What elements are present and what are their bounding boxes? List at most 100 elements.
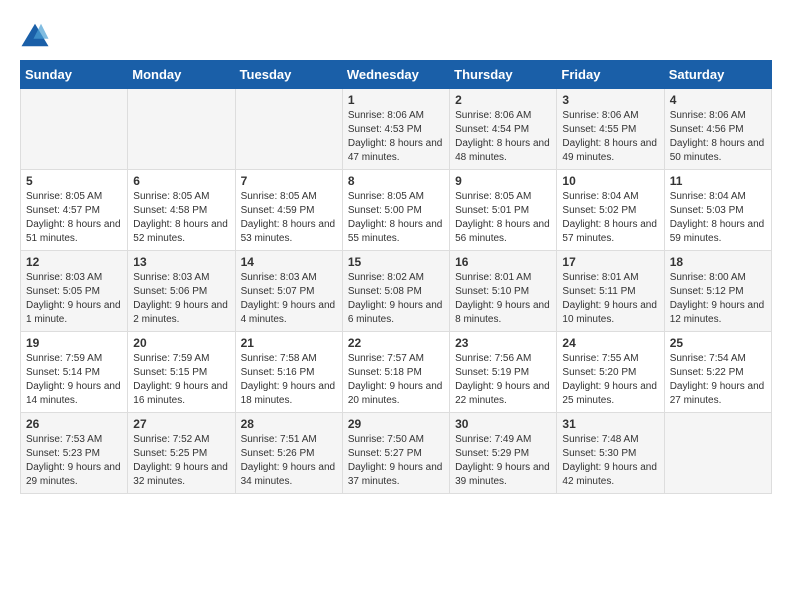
week-row-1: 1Sunrise: 8:06 AM Sunset: 4:53 PM Daylig…	[21, 89, 772, 170]
day-number: 7	[241, 174, 337, 188]
day-number: 11	[670, 174, 766, 188]
day-number: 9	[455, 174, 551, 188]
day-number: 20	[133, 336, 229, 350]
day-number: 13	[133, 255, 229, 269]
calendar-cell: 12 Sunrise: 8:03 AM Sunset: 5:05 PM Dayli…	[21, 251, 128, 332]
week-row-4: 19 Sunrise: 7:59 AM Sunset: 5:14 PM Dayli…	[21, 332, 772, 413]
day-number: 25	[670, 336, 766, 350]
calendar-header: SundayMondayTuesdayWednesdayThursdayFrid…	[21, 61, 772, 89]
day-info: Sunrise: 7:50 AM Sunset: 5:27 PM Dayligh…	[348, 433, 444, 489]
calendar-cell: 11 Sunrise: 8:04 AM Sunset: 5:03 PM Dayli…	[664, 170, 771, 251]
day-number: 15	[348, 255, 444, 269]
page-header	[20, 20, 772, 50]
calendar-cell	[21, 89, 128, 170]
day-info: Sunrise: 8:06 AM Sunset: 4:54 PM Dayligh…	[455, 109, 551, 165]
day-info: Sunrise: 8:01 AM Sunset: 5:11 PM Dayligh…	[562, 271, 658, 327]
day-number: 8	[348, 174, 444, 188]
day-info: Sunrise: 8:06 AM Sunset: 4:55 PM Dayligh…	[562, 109, 658, 165]
day-number: 23	[455, 336, 551, 350]
calendar-cell: 15 Sunrise: 8:02 AM Sunset: 5:08 PM Dayli…	[342, 251, 449, 332]
calendar-cell: 8 Sunrise: 8:05 AM Sunset: 5:00 PM Daylig…	[342, 170, 449, 251]
day-info: Sunrise: 7:52 AM Sunset: 5:25 PM Dayligh…	[133, 433, 229, 489]
week-row-3: 12 Sunrise: 8:03 AM Sunset: 5:05 PM Dayli…	[21, 251, 772, 332]
day-info: Sunrise: 8:05 AM Sunset: 5:00 PM Dayligh…	[348, 190, 444, 246]
day-number: 3	[562, 93, 658, 107]
day-number: 22	[348, 336, 444, 350]
day-info: Sunrise: 8:01 AM Sunset: 5:10 PM Dayligh…	[455, 271, 551, 327]
calendar-cell: 10Sunrise: 8:04 AM Sunset: 5:02 PM Dayli…	[557, 170, 664, 251]
day-info: Sunrise: 7:48 AM Sunset: 5:30 PM Dayligh…	[562, 433, 658, 489]
calendar-cell: 16 Sunrise: 8:01 AM Sunset: 5:10 PM Dayli…	[450, 251, 557, 332]
day-info: Sunrise: 7:58 AM Sunset: 5:16 PM Dayligh…	[241, 352, 337, 408]
day-info: Sunrise: 7:59 AM Sunset: 5:14 PM Dayligh…	[26, 352, 122, 408]
day-info: Sunrise: 8:02 AM Sunset: 5:08 PM Dayligh…	[348, 271, 444, 327]
calendar-table: SundayMondayTuesdayWednesdayThursdayFrid…	[20, 60, 772, 494]
calendar-cell: 18 Sunrise: 8:00 AM Sunset: 5:12 PM Dayli…	[664, 251, 771, 332]
header-cell-wednesday: Wednesday	[342, 61, 449, 89]
day-info: Sunrise: 8:03 AM Sunset: 5:07 PM Dayligh…	[241, 271, 337, 327]
day-number: 18	[670, 255, 766, 269]
day-number: 12	[26, 255, 122, 269]
day-number: 21	[241, 336, 337, 350]
calendar-cell: 6Sunrise: 8:05 AM Sunset: 4:58 PM Daylig…	[128, 170, 235, 251]
header-row: SundayMondayTuesdayWednesdayThursdayFrid…	[21, 61, 772, 89]
calendar-cell: 25 Sunrise: 7:54 AM Sunset: 5:22 PM Dayli…	[664, 332, 771, 413]
day-info: Sunrise: 8:05 AM Sunset: 4:59 PM Dayligh…	[241, 190, 337, 246]
day-number: 19	[26, 336, 122, 350]
day-info: Sunrise: 7:53 AM Sunset: 5:23 PM Dayligh…	[26, 433, 122, 489]
calendar-cell	[128, 89, 235, 170]
day-number: 4	[670, 93, 766, 107]
day-info: Sunrise: 8:03 AM Sunset: 5:05 PM Dayligh…	[26, 271, 122, 327]
calendar-cell: 27Sunrise: 7:52 AM Sunset: 5:25 PM Dayli…	[128, 413, 235, 494]
calendar-cell: 3 Sunrise: 8:06 AM Sunset: 4:55 PM Daylig…	[557, 89, 664, 170]
day-info: Sunrise: 7:57 AM Sunset: 5:18 PM Dayligh…	[348, 352, 444, 408]
day-info: Sunrise: 7:49 AM Sunset: 5:29 PM Dayligh…	[455, 433, 551, 489]
logo-icon	[20, 20, 50, 50]
day-number: 29	[348, 417, 444, 431]
calendar-cell: 1Sunrise: 8:06 AM Sunset: 4:53 PM Daylig…	[342, 89, 449, 170]
day-number: 26	[26, 417, 122, 431]
day-number: 1	[348, 93, 444, 107]
header-cell-sunday: Sunday	[21, 61, 128, 89]
calendar-cell: 23 Sunrise: 7:56 AM Sunset: 5:19 PM Dayli…	[450, 332, 557, 413]
calendar-cell: 2Sunrise: 8:06 AM Sunset: 4:54 PM Daylig…	[450, 89, 557, 170]
header-cell-monday: Monday	[128, 61, 235, 89]
day-info: Sunrise: 8:06 AM Sunset: 4:56 PM Dayligh…	[670, 109, 766, 165]
calendar-cell: 17 Sunrise: 8:01 AM Sunset: 5:11 PM Dayli…	[557, 251, 664, 332]
calendar-cell: 31 Sunrise: 7:48 AM Sunset: 5:30 PM Dayli…	[557, 413, 664, 494]
day-number: 30	[455, 417, 551, 431]
calendar-cell: 20 Sunrise: 7:59 AM Sunset: 5:15 PM Dayli…	[128, 332, 235, 413]
calendar-body: 1Sunrise: 8:06 AM Sunset: 4:53 PM Daylig…	[21, 89, 772, 494]
day-info: Sunrise: 8:00 AM Sunset: 5:12 PM Dayligh…	[670, 271, 766, 327]
header-cell-saturday: Saturday	[664, 61, 771, 89]
day-info: Sunrise: 8:05 AM Sunset: 4:57 PM Dayligh…	[26, 190, 122, 246]
calendar-cell	[235, 89, 342, 170]
calendar-cell: 22 Sunrise: 7:57 AM Sunset: 5:18 PM Dayli…	[342, 332, 449, 413]
day-number: 17	[562, 255, 658, 269]
day-info: Sunrise: 8:03 AM Sunset: 5:06 PM Dayligh…	[133, 271, 229, 327]
calendar-cell: 5Sunrise: 8:05 AM Sunset: 4:57 PM Daylig…	[21, 170, 128, 251]
calendar-cell: 19 Sunrise: 7:59 AM Sunset: 5:14 PM Dayli…	[21, 332, 128, 413]
day-info: Sunrise: 8:04 AM Sunset: 5:02 PM Dayligh…	[562, 190, 658, 246]
day-number: 31	[562, 417, 658, 431]
day-info: Sunrise: 7:51 AM Sunset: 5:26 PM Dayligh…	[241, 433, 337, 489]
header-cell-friday: Friday	[557, 61, 664, 89]
day-info: Sunrise: 8:04 AM Sunset: 5:03 PM Dayligh…	[670, 190, 766, 246]
header-cell-thursday: Thursday	[450, 61, 557, 89]
day-number: 14	[241, 255, 337, 269]
day-number: 16	[455, 255, 551, 269]
day-number: 24	[562, 336, 658, 350]
logo	[20, 20, 54, 50]
calendar-cell: 14 Sunrise: 8:03 AM Sunset: 5:07 PM Dayli…	[235, 251, 342, 332]
calendar-cell: 13 Sunrise: 8:03 AM Sunset: 5:06 PM Dayli…	[128, 251, 235, 332]
calendar-cell	[664, 413, 771, 494]
calendar-cell: 21 Sunrise: 7:58 AM Sunset: 5:16 PM Dayli…	[235, 332, 342, 413]
calendar-cell: 9 Sunrise: 8:05 AM Sunset: 5:01 PM Daylig…	[450, 170, 557, 251]
calendar-cell: 28Sunrise: 7:51 AM Sunset: 5:26 PM Dayli…	[235, 413, 342, 494]
day-info: Sunrise: 8:05 AM Sunset: 5:01 PM Dayligh…	[455, 190, 551, 246]
day-info: Sunrise: 7:54 AM Sunset: 5:22 PM Dayligh…	[670, 352, 766, 408]
day-info: Sunrise: 7:55 AM Sunset: 5:20 PM Dayligh…	[562, 352, 658, 408]
day-info: Sunrise: 8:05 AM Sunset: 4:58 PM Dayligh…	[133, 190, 229, 246]
day-info: Sunrise: 7:59 AM Sunset: 5:15 PM Dayligh…	[133, 352, 229, 408]
day-info: Sunrise: 7:56 AM Sunset: 5:19 PM Dayligh…	[455, 352, 551, 408]
